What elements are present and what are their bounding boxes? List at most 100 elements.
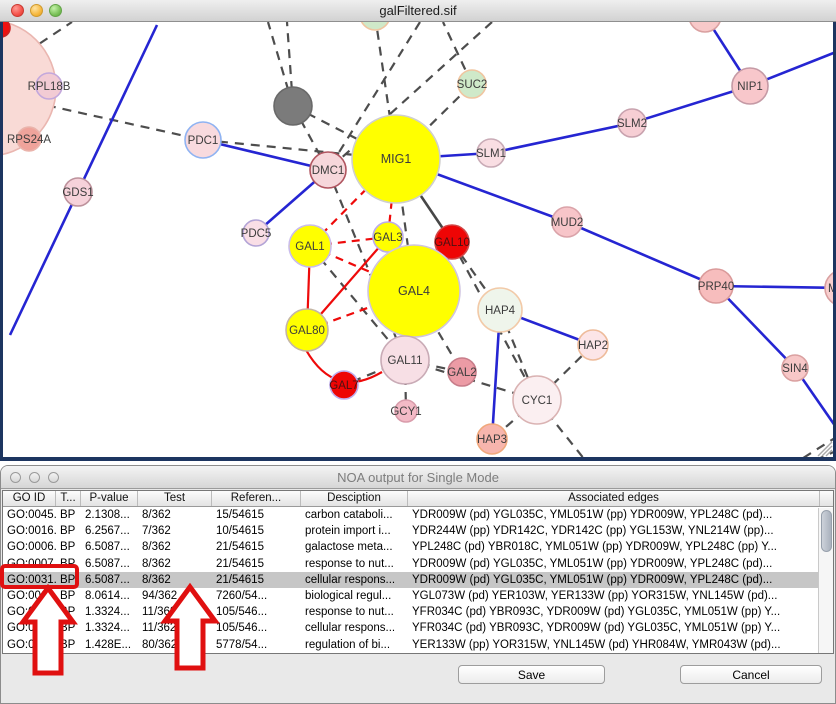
table-row[interactable]: GO:0031...BP6.5087...8/36221/54615cellul… — [3, 572, 833, 588]
column-header-go-id[interactable]: GO ID — [3, 491, 56, 506]
table-cell[interactable]: GO:0031... — [3, 620, 56, 636]
table-cell[interactable]: 11/362 — [138, 620, 212, 636]
table-cell[interactable]: 8/362 — [138, 507, 212, 523]
node-label: DMC1 — [312, 165, 345, 177]
table-cell[interactable]: 8/362 — [138, 572, 212, 588]
table-cell[interactable]: biological regul... — [301, 588, 408, 604]
table-cell[interactable]: response to nut... — [301, 604, 408, 620]
table-cell[interactable]: response to nut... — [301, 556, 408, 572]
node-label: GAL7 — [329, 380, 358, 392]
node-unlabeled[interactable] — [274, 87, 312, 125]
table-cell[interactable]: 8/362 — [138, 556, 212, 572]
table-cell[interactable]: YDR244W (pp) YDR142C, YDR142C (pp) YGL15… — [408, 523, 820, 539]
table-cell[interactable]: GO:0016... — [3, 523, 56, 539]
table-cell[interactable]: 1.428E... — [81, 637, 138, 653]
results-table: GO IDT...P-valueTestReferen...Desciption… — [2, 490, 834, 654]
table-cell[interactable]: BP — [56, 572, 81, 588]
column-header-referen-[interactable]: Referen... — [212, 491, 301, 506]
table-cell[interactable]: GO:0050... — [3, 637, 56, 653]
table-cell[interactable]: YDR009W (pd) YGL035C, YML051W (pp) YDR00… — [408, 572, 820, 588]
table-scrollbar[interactable] — [818, 508, 833, 653]
table-cell[interactable]: galactose meta... — [301, 539, 408, 555]
table-cell[interactable]: GO:0006... — [3, 539, 56, 555]
table-cell[interactable]: GO:0031... — [3, 572, 56, 588]
table-cell[interactable]: 21/54615 — [212, 556, 301, 572]
table-cell[interactable]: BP — [56, 556, 81, 572]
table-cell[interactable]: 7/362 — [138, 523, 212, 539]
table-cell[interactable]: 5778/54... — [212, 637, 301, 653]
table-cell[interactable]: 6.5087... — [81, 556, 138, 572]
table-cell[interactable]: 6.5087... — [81, 572, 138, 588]
table-cell[interactable]: 1.3324... — [81, 620, 138, 636]
table-cell[interactable]: GO:0007... — [3, 556, 56, 572]
table-cell[interactable]: 6.2567... — [81, 523, 138, 539]
cancel-button[interactable]: Cancel — [680, 665, 822, 684]
graph-window-titlebar[interactable]: galFiltered.sif — [0, 0, 836, 22]
network-graph[interactable]: MSL1RPL18BRPS24AGDS1PDC1DMC1MIG1SUC2NIP1… — [3, 22, 833, 457]
table-cell[interactable]: cellular respons... — [301, 572, 408, 588]
table-cell[interactable]: 2.1308... — [81, 507, 138, 523]
table-cell[interactable]: BP — [56, 539, 81, 555]
table-cell[interactable]: 94/362 — [138, 588, 212, 604]
column-header-associated-edges[interactable]: Associated edges — [408, 491, 820, 506]
noa-window-titlebar[interactable]: NOA output for Single Mode — [1, 466, 835, 489]
screen: galFiltered.sif MSL1RPL18BRPS24AGDS1PDC1… — [0, 0, 836, 704]
table-cell[interactable]: 21/54615 — [212, 539, 301, 555]
table-cell[interactable]: BP — [56, 620, 81, 636]
table-row[interactable]: GO:0031...BP1.3324...11/362105/546...res… — [3, 604, 833, 620]
table-cell[interactable]: GO:0065... — [3, 588, 56, 604]
node-label: HAP3 — [477, 434, 507, 446]
table-cell[interactable]: BP — [56, 637, 81, 653]
table-cell[interactable]: YDR009W (pd) YGL035C, YML051W (pp) YDR00… — [408, 556, 820, 572]
node-label: GAL3 — [373, 232, 402, 244]
table-row[interactable]: GO:0016...BP6.2567...7/36210/54615protei… — [3, 523, 833, 539]
graph-edge — [203, 140, 328, 170]
table-cell[interactable]: BP — [56, 523, 81, 539]
table-cell[interactable]: BP — [56, 588, 81, 604]
table-cell[interactable]: 15/54615 — [212, 507, 301, 523]
table-cell[interactable]: 10/54615 — [212, 523, 301, 539]
column-header-test[interactable]: Test — [138, 491, 212, 506]
table-cell[interactable]: cellular respons... — [301, 620, 408, 636]
table-cell[interactable]: YFR034C (pd) YBR093C, YDR009W (pd) YGL03… — [408, 604, 820, 620]
table-row[interactable]: GO:0007...BP6.5087...8/36221/54615respon… — [3, 556, 833, 572]
table-cell[interactable]: YPL248C (pd) YBR018C, YML051W (pp) YDR00… — [408, 539, 820, 555]
table-cell[interactable]: regulation of bi... — [301, 637, 408, 653]
table-cell[interactable]: GO:0045... — [3, 507, 56, 523]
table-cell[interactable]: carbon cataboli... — [301, 507, 408, 523]
table-cell[interactable]: BP — [56, 507, 81, 523]
scrollbar-thumb[interactable] — [821, 510, 832, 552]
table-cell[interactable]: 8/362 — [138, 539, 212, 555]
noa-window-title: NOA output for Single Mode — [1, 470, 835, 485]
table-cell[interactable]: 1.3324... — [81, 604, 138, 620]
table-row[interactable]: GO:0065...BP8.0614...94/3627260/54...bio… — [3, 588, 833, 604]
table-cell[interactable]: 8.0614... — [81, 588, 138, 604]
table-row[interactable]: GO:0050...BP1.428E...80/3625778/54...reg… — [3, 637, 833, 653]
table-cell[interactable]: BP — [56, 604, 81, 620]
node-unlabeled[interactable] — [689, 22, 721, 32]
table-cell[interactable]: 105/546... — [212, 604, 301, 620]
node-unlabeled[interactable] — [360, 22, 390, 30]
table-cell[interactable]: 7260/54... — [212, 588, 301, 604]
noa-output-window: NOA output for Single Mode GO IDT...P-va… — [0, 465, 836, 704]
table-cell[interactable]: protein import i... — [301, 523, 408, 539]
table-body: GO:0045...BP2.1308...8/36215/54615carbon… — [3, 507, 833, 653]
table-cell[interactable]: GO:0031... — [3, 604, 56, 620]
table-cell[interactable]: 105/546... — [212, 620, 301, 636]
table-cell[interactable]: YGL073W (pd) YER103W, YER133W (pp) YOR31… — [408, 588, 820, 604]
save-button[interactable]: Save — [458, 665, 605, 684]
table-cell[interactable]: 21/54615 — [212, 572, 301, 588]
table-cell[interactable]: 6.5087... — [81, 539, 138, 555]
table-cell[interactable]: YER133W (pp) YOR315W, YNL145W (pd) YHR08… — [408, 637, 820, 653]
table-row[interactable]: GO:0045...BP2.1308...8/36215/54615carbon… — [3, 507, 833, 523]
table-cell[interactable]: 11/362 — [138, 604, 212, 620]
table-cell[interactable]: YDR009W (pd) YGL035C, YML051W (pp) YDR00… — [408, 507, 820, 523]
table-cell[interactable]: 80/362 — [138, 637, 212, 653]
node-label: GAL80 — [289, 325, 325, 337]
table-row[interactable]: GO:0031...BP1.3324...11/362105/546...cel… — [3, 620, 833, 636]
table-cell[interactable]: YFR034C (pd) YBR093C, YDR009W (pd) YGL03… — [408, 620, 820, 636]
column-header-t-[interactable]: T... — [56, 491, 81, 506]
column-header-p-value[interactable]: P-value — [81, 491, 138, 506]
column-header-desciption[interactable]: Desciption — [301, 491, 408, 506]
table-row[interactable]: GO:0006...BP6.5087...8/36221/54615galact… — [3, 539, 833, 555]
